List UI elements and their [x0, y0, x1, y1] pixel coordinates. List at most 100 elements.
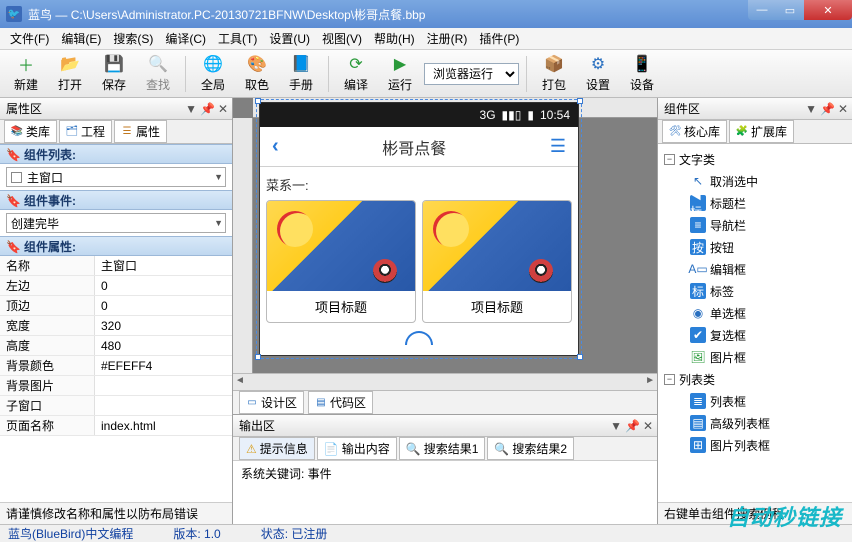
window-close-button[interactable]: ✕ — [804, 0, 852, 20]
component-select[interactable]: 主窗口▼ — [6, 167, 226, 187]
menu-edit[interactable]: 编辑(E) — [55, 28, 107, 49]
tab-extension-library[interactable]: 🧩扩展库 — [729, 120, 794, 143]
toolbar-new-button[interactable]: ＋新建 — [6, 54, 46, 93]
status-state: 状态: 已注册 — [261, 525, 328, 542]
property-row[interactable]: 背景图片 — [0, 376, 232, 396]
output-tab-hint[interactable]: ⚠提示信息 — [239, 437, 315, 460]
properties-icon: ☰ — [121, 126, 133, 138]
tree-component-item[interactable]: ⊞图片列表框 — [660, 434, 850, 456]
tree-item-label: 图片框 — [710, 349, 746, 366]
tab-project[interactable]: 🗂工程 — [59, 120, 112, 143]
design-canvas[interactable]: 3G ▮▮▯ ▮ 10:54 ‹ 彬哥点餐 ☰ 菜系一: — [259, 102, 579, 356]
property-value[interactable] — [95, 396, 232, 415]
tab-properties[interactable]: ☰属性 — [114, 120, 167, 143]
tab-design-view[interactable]: ▭设计区 — [239, 391, 304, 414]
property-row[interactable]: 宽度320 — [0, 316, 232, 336]
property-row[interactable]: 顶边0 — [0, 296, 232, 316]
panel-dropdown-icon[interactable]: ▼ — [610, 419, 622, 433]
toolbar-find-button[interactable]: 🔍查找 — [138, 54, 178, 93]
horizontal-scrollbar[interactable] — [233, 373, 657, 390]
center-panel: 3G ▮▮▯ ▮ 10:54 ‹ 彬哥点餐 ☰ 菜系一: — [233, 98, 657, 524]
panel-close-icon[interactable]: ✕ — [838, 102, 848, 116]
property-row[interactable]: 页面名称index.html — [0, 416, 232, 436]
tree-component-item[interactable]: ✔复选框 — [660, 324, 850, 346]
window-maximize-button[interactable]: ▭ — [776, 0, 804, 20]
menu-tools[interactable]: 工具(T) — [212, 28, 263, 49]
tab-core-library[interactable]: 🛠核心库 — [662, 120, 727, 143]
property-value[interactable] — [95, 376, 232, 395]
run-target-select[interactable]: 浏览器运行 — [424, 63, 519, 85]
tree-component-item[interactable]: ◉单选框 — [660, 302, 850, 324]
toolbar-save-button[interactable]: 💾保存 — [94, 54, 134, 93]
property-value[interactable]: 0 — [95, 296, 232, 315]
collapse-icon[interactable]: − — [664, 374, 675, 385]
tree-component-item[interactable]: 按按钮 — [660, 236, 850, 258]
tree-component-item[interactable]: ▤高级列表框 — [660, 412, 850, 434]
tree-component-item[interactable]: ◀标标题栏 — [660, 192, 850, 214]
phone-menu-button[interactable]: ☰ — [550, 136, 566, 157]
panel-close-icon[interactable]: ✕ — [218, 102, 228, 116]
toolbar-run-button[interactable]: ▶运行 — [380, 54, 420, 93]
selection-handle[interactable] — [255, 354, 261, 360]
tab-code-view[interactable]: ▤代码区 — [308, 391, 373, 414]
menu-card[interactable]: 项目标题 — [422, 200, 572, 323]
menu-card[interactable]: 项目标题 — [266, 200, 416, 323]
output-tab-content[interactable]: 📄输出内容 — [317, 437, 397, 460]
phone-back-button[interactable]: ‹ — [272, 135, 279, 158]
toolbar-global-button[interactable]: 🌐全局 — [193, 54, 233, 93]
output-tab-result1[interactable]: 🔍搜索结果1 — [399, 437, 486, 460]
property-value[interactable]: #EFEFF4 — [95, 356, 232, 375]
tab-libraries[interactable]: 📚类库 — [4, 120, 57, 143]
design-canvas-area[interactable]: 3G ▮▮▯ ▮ 10:54 ‹ 彬哥点餐 ☰ 菜系一: — [233, 98, 657, 373]
property-row[interactable]: 背景颜色#EFEFF4 — [0, 356, 232, 376]
property-value[interactable]: 0 — [95, 276, 232, 295]
menu-view[interactable]: 视图(V) — [316, 28, 368, 49]
tree-category[interactable]: −列表类 — [660, 368, 850, 390]
tree-category[interactable]: −文字类 — [660, 148, 850, 170]
selection-handle[interactable] — [577, 354, 583, 360]
output-tab-result2[interactable]: 🔍搜索结果2 — [487, 437, 574, 460]
panel-close-icon[interactable]: ✕ — [643, 419, 653, 433]
property-row[interactable]: 名称主窗口 — [0, 256, 232, 276]
tree-component-item[interactable]: ≡导航栏 — [660, 214, 850, 236]
toolbar-compile-button[interactable]: ⟳编译 — [336, 54, 376, 93]
panel-dropdown-icon[interactable]: ▼ — [805, 102, 817, 116]
property-value[interactable]: 主窗口 — [95, 256, 232, 275]
panel-dropdown-icon[interactable]: ▼ — [185, 102, 197, 116]
property-value[interactable]: 480 — [95, 336, 232, 355]
toolbar-pack-button[interactable]: 📦打包 — [534, 54, 574, 93]
panel-pin-icon[interactable]: 📌 — [625, 419, 640, 433]
component-icon: 🖼 — [690, 349, 706, 365]
tree-component-item[interactable]: ≣列表框 — [660, 390, 850, 412]
menu-plugins[interactable]: 插件(P) — [473, 28, 525, 49]
toolbar-settings-button[interactable]: ⚙设置 — [578, 54, 618, 93]
toolbar-open-button[interactable]: 📂打开 — [50, 54, 90, 93]
tree-component-item[interactable]: A▭编辑框 — [660, 258, 850, 280]
menu-settings[interactable]: 设置(U) — [263, 28, 316, 49]
menu-file[interactable]: 文件(F) — [4, 28, 55, 49]
selection-handle[interactable] — [577, 98, 583, 104]
toolbar-colorpick-button[interactable]: 🎨取色 — [237, 54, 277, 93]
property-row[interactable]: 子窗口 — [0, 396, 232, 416]
property-key: 背景颜色 — [0, 356, 95, 375]
panel-pin-icon[interactable]: 📌 — [200, 102, 215, 116]
tree-component-item[interactable]: ↖取消选中 — [660, 170, 850, 192]
property-row[interactable]: 高度480 — [0, 336, 232, 356]
panel-pin-icon[interactable]: 📌 — [820, 102, 835, 116]
property-row[interactable]: 左边0 — [0, 276, 232, 296]
property-value[interactable]: 320 — [95, 316, 232, 335]
menu-search[interactable]: 搜索(S) — [107, 28, 159, 49]
tree-item-label: 单选框 — [710, 305, 746, 322]
tree-component-item[interactable]: 🖼图片框 — [660, 346, 850, 368]
window-minimize-button[interactable]: — — [748, 0, 776, 20]
menu-register[interactable]: 注册(R) — [421, 28, 474, 49]
event-select[interactable]: 创建完毕▼ — [6, 213, 226, 233]
tree-component-item[interactable]: 标标签 — [660, 280, 850, 302]
toolbar-device-button[interactable]: 📱设备 — [622, 54, 662, 93]
menu-help[interactable]: 帮助(H) — [368, 28, 421, 49]
selection-handle[interactable] — [255, 98, 261, 104]
toolbar-manual-button[interactable]: 📘手册 — [281, 54, 321, 93]
collapse-icon[interactable]: − — [664, 154, 675, 165]
property-value[interactable]: index.html — [95, 416, 232, 435]
menu-compile[interactable]: 编译(C) — [159, 28, 212, 49]
